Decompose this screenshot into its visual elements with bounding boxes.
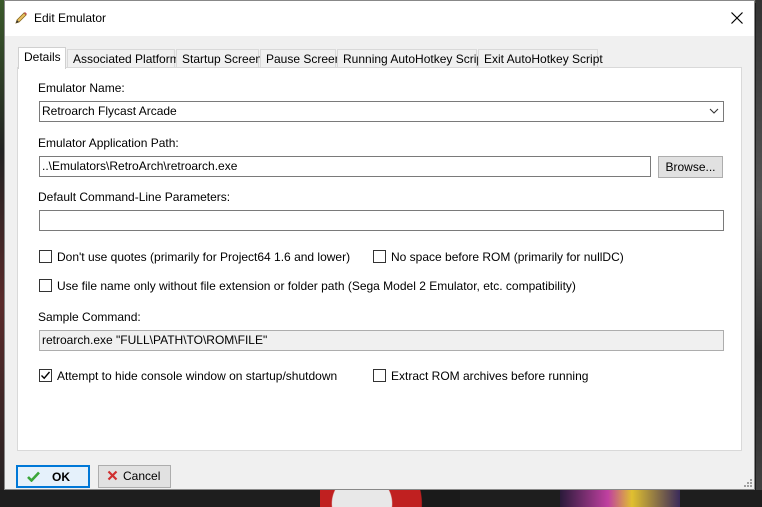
window-title: Edit Emulator — [34, 11, 107, 25]
details-panel: Emulator Name: Retroarch Flycast Arcade … — [17, 67, 742, 451]
green-checkmark-icon — [27, 471, 40, 482]
sample-command-field: retroarch.exe "FULL\PATH\TO\ROM\FILE" — [39, 330, 724, 351]
cancel-button[interactable]: Cancel — [98, 465, 171, 488]
background-desktop-bottom — [0, 490, 762, 507]
title-bar[interactable]: Edit Emulator — [5, 1, 754, 36]
no-space-before-rom-label: No space before ROM (primarily for nullD… — [391, 250, 624, 264]
browse-button[interactable]: Browse... — [658, 156, 723, 178]
tab-pause-screen[interactable]: Pause Screen — [260, 49, 341, 68]
red-x-icon — [107, 470, 118, 481]
close-button[interactable] — [720, 1, 754, 36]
emulator-name-label: Emulator Name: — [38, 81, 125, 95]
ok-button[interactable]: OK — [16, 465, 90, 488]
checkbox-box[interactable] — [373, 369, 386, 382]
command-line-params-label: Default Command-Line Parameters: — [38, 190, 231, 204]
extract-rom-label: Extract ROM archives before running — [391, 369, 589, 383]
checkbox-box[interactable] — [39, 369, 52, 382]
checkbox-box[interactable] — [373, 250, 386, 263]
application-path-input[interactable]: ..\Emulators\RetroArch\retroarch.exe — [39, 156, 651, 177]
emulator-name-value: Retroarch Flycast Arcade — [42, 104, 177, 118]
tab-details[interactable]: Details — [18, 47, 66, 69]
file-name-only-checkbox[interactable]: Use file name only without file extensio… — [39, 278, 576, 294]
background-desktop-right — [756, 0, 762, 507]
dont-use-quotes-checkbox[interactable]: Don't use quotes (primarily for Project6… — [39, 249, 350, 265]
cancel-label: Cancel — [123, 469, 161, 483]
resize-grip-icon[interactable] — [742, 477, 752, 487]
checkbox-box[interactable] — [39, 279, 52, 292]
tab-exit-autohotkey-script[interactable]: Exit AutoHotkey Script — [478, 49, 603, 68]
ok-label: OK — [52, 470, 70, 484]
hide-console-checkbox[interactable]: Attempt to hide console window on startu… — [39, 368, 339, 384]
chevron-down-icon — [709, 108, 719, 114]
tab-running-autohotkey-script[interactable]: Running AutoHotkey Script — [337, 49, 486, 68]
application-path-label: Emulator Application Path: — [38, 136, 179, 150]
extract-rom-checkbox[interactable]: Extract ROM archives before running — [373, 368, 593, 384]
no-space-before-rom-checkbox[interactable]: No space before ROM (primarily for nullD… — [373, 249, 624, 265]
tab-startup-screen[interactable]: Startup Screen — [176, 49, 262, 68]
pencil-icon — [13, 10, 29, 26]
sample-command-label: Sample Command: — [38, 310, 141, 324]
hide-console-label: Attempt to hide console window on startu… — [57, 369, 338, 383]
file-name-only-label: Use file name only without file extensio… — [57, 279, 576, 293]
background-game-art — [320, 490, 460, 507]
checkmark-icon — [41, 371, 50, 380]
dont-use-quotes-label: Don't use quotes (primarily for Project6… — [57, 250, 351, 264]
checkbox-box[interactable] — [39, 250, 52, 263]
edit-emulator-dialog: Edit Emulator Details Associated Platfor… — [4, 0, 755, 490]
background-game-art — [560, 490, 680, 507]
emulator-name-combobox[interactable]: Retroarch Flycast Arcade — [39, 101, 724, 122]
tab-associated-platforms[interactable]: Associated Platforms — [67, 49, 186, 68]
command-line-params-input[interactable] — [39, 210, 724, 231]
close-icon — [731, 12, 743, 24]
